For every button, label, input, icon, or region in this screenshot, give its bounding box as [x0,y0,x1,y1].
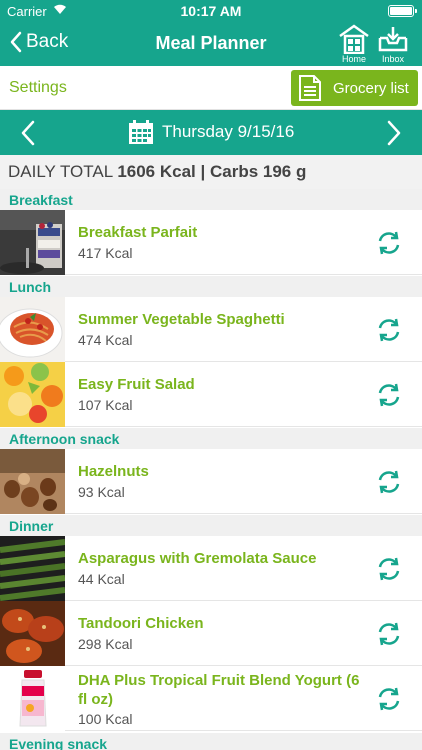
meal-photo [0,601,65,666]
toolbar: Settings Grocery list [0,66,422,110]
swap-meal-icon[interactable] [376,621,402,647]
document-icon [299,75,321,101]
meal-row[interactable]: Easy Fruit Salad 107 Kcal [0,362,422,427]
inbox-icon [378,27,408,52]
settings-link[interactable]: Settings [9,79,67,97]
meal-row[interactable]: Hazelnuts 93 Kcal [0,449,422,514]
meal-kcal: 417 Kcal [78,245,133,261]
meal-name: DHA Plus Tropical Fruit Blend Yogurt (6 … [78,672,360,708]
meal-kcal: 298 Kcal [78,636,133,652]
meal-name: Breakfast Parfait [78,224,198,241]
meal-photo [0,362,65,427]
daily-total-value: 1606 Kcal | Carbs 196 g [117,162,307,181]
nav-bar: Back Meal Planner Home Inbox [0,22,422,66]
home-button[interactable]: Home [336,24,372,64]
daily-total-prefix: DAILY TOTAL [8,162,113,181]
swap-meal-icon[interactable] [376,469,402,495]
daily-total: DAILY TOTAL 1606 Kcal | Carbs 196 g [0,155,422,189]
meal-kcal: 107 Kcal [78,397,133,413]
meal-photo [0,210,65,275]
meal-name: Asparagus with Gremolata Sauce [78,550,317,567]
calendar-icon[interactable] [128,119,154,145]
clock: 10:17 AM [180,3,242,19]
section-header-breakfast: Breakfast [0,189,422,210]
grocery-list-button[interactable]: Grocery list [291,70,418,106]
grocery-list-label: Grocery list [333,80,409,97]
meal-photo [0,297,65,362]
meal-kcal: 474 Kcal [78,332,133,348]
meal-photo [0,536,65,601]
meal-row[interactable]: Tandoori Chicken 298 Kcal [0,601,422,666]
meal-kcal: 44 Kcal [78,571,125,587]
next-day-button[interactable] [386,120,402,146]
meal-name: Hazelnuts [78,463,149,480]
swap-meal-icon[interactable] [376,556,402,582]
swap-meal-icon[interactable] [376,317,402,343]
swap-meal-icon[interactable] [376,382,402,408]
meal-kcal: 93 Kcal [78,484,125,500]
meal-name: Summer Vegetable Spaghetti [78,311,285,328]
inbox-label: Inbox [381,54,405,64]
meal-name: Easy Fruit Salad [78,376,195,393]
current-date: Thursday 9/15/16 [162,122,295,141]
section-header-evening-snack: Evening snack [0,733,422,750]
meal-row[interactable]: Asparagus with Gremolata Sauce 44 Kcal [0,536,422,601]
meal-photo [0,449,65,514]
inbox-button[interactable]: Inbox [375,24,411,64]
date-bar: Thursday 9/15/16 [0,110,422,155]
battery-icon [388,5,417,17]
meal-row[interactable]: Breakfast Parfait 417 Kcal [0,210,422,275]
meal-row[interactable]: DHA Plus Tropical Fruit Blend Yogurt (6 … [0,666,422,731]
swap-meal-icon[interactable] [376,230,402,256]
section-header-lunch: Lunch [0,276,422,297]
swap-meal-icon[interactable] [376,686,402,712]
meal-kcal: 100 Kcal [78,711,133,727]
home-icon [339,24,369,54]
previous-day-button[interactable] [20,120,36,146]
home-label: Home [341,54,366,64]
status-bar: Carrier 10:17 AM [0,0,422,22]
section-header-afternoon-snack: Afternoon snack [0,428,422,449]
meal-row[interactable]: Summer Vegetable Spaghetti 474 Kcal [0,297,422,362]
meal-name: Tandoori Chicken [78,615,204,632]
meal-photo [0,666,65,731]
section-header-dinner: Dinner [0,515,422,536]
